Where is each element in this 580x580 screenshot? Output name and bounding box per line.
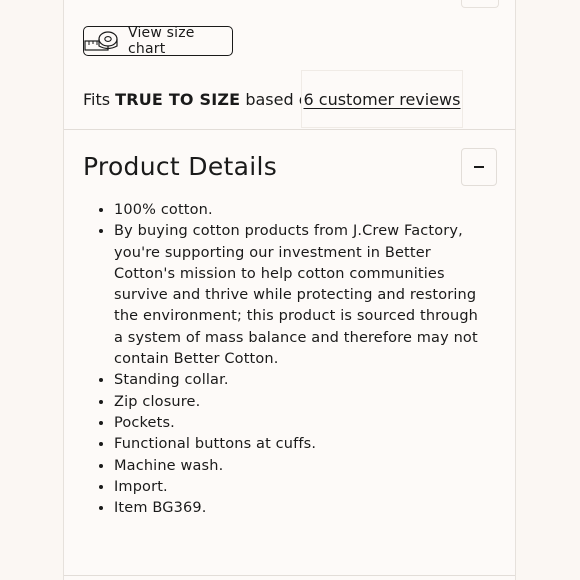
partial-toggle-button[interactable] <box>461 0 499 8</box>
view-size-chart-button[interactable]: View size chart <box>83 25 233 57</box>
right-gutter <box>516 0 580 580</box>
section-divider-bottom <box>64 575 515 576</box>
left-gutter <box>0 0 63 580</box>
customer-reviews-link-box[interactable]: 6 customer reviews <box>301 70 463 128</box>
page: View size chart Fits TRUE TO SIZE based … <box>0 0 580 580</box>
tape-measure-icon <box>84 29 120 53</box>
list-item: Standing collar. <box>114 370 484 391</box>
fit-emphasis: TRUE TO SIZE <box>115 89 241 109</box>
product-details-title: Product Details <box>83 152 278 181</box>
section-divider <box>64 129 515 130</box>
list-item: Import. <box>114 477 484 498</box>
list-item: Machine wash. <box>114 456 484 477</box>
list-item: Functional buttons at cuffs. <box>114 434 484 455</box>
list-item: Pockets. <box>114 413 484 434</box>
list-item: Item BG369. <box>114 498 484 519</box>
minus-icon <box>474 166 484 168</box>
product-info-panel: View size chart Fits TRUE TO SIZE based … <box>63 0 516 580</box>
list-item: 100% cotton. <box>114 200 484 221</box>
list-item: By buying cotton products from J.Crew Fa… <box>114 221 484 370</box>
fit-prefix: Fits <box>83 89 111 109</box>
product-details-list: 100% cotton. By buying cotton products f… <box>94 200 484 519</box>
product-details-collapse-button[interactable] <box>461 148 497 186</box>
customer-reviews-link[interactable]: 6 customer reviews <box>304 90 461 109</box>
view-size-chart-label: View size chart <box>128 25 195 57</box>
list-item: Zip closure. <box>114 392 484 413</box>
